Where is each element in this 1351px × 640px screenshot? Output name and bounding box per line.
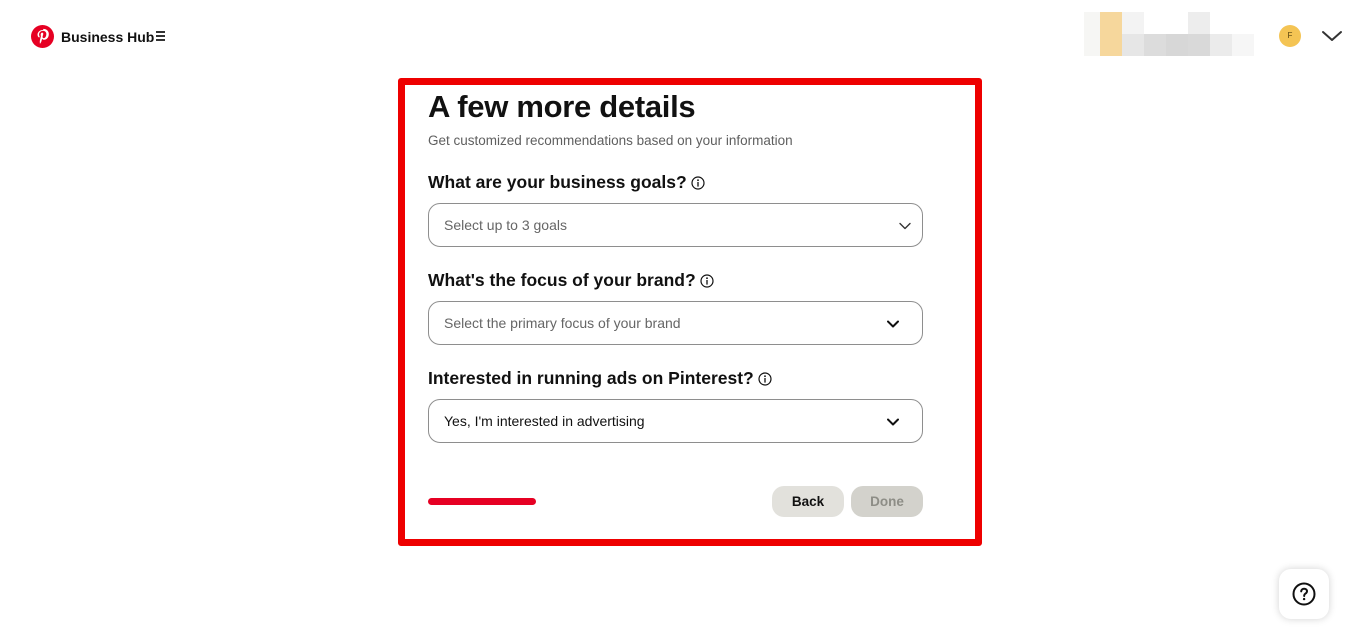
business-goals-placeholder: Select up to 3 goals (444, 217, 567, 233)
business-goals-select[interactable]: Select up to 3 goals (428, 203, 923, 247)
progress-bar (428, 498, 536, 505)
info-icon[interactable] (700, 273, 714, 288)
chevron-down-icon (887, 320, 899, 328)
info-icon[interactable] (758, 371, 772, 386)
info-icon[interactable] (691, 175, 705, 190)
chevron-down-icon[interactable] (1321, 29, 1343, 43)
ads-interest-label: Interested in running ads on Pinterest? (428, 368, 772, 389)
page-title: A few more details (428, 89, 696, 124)
brand-focus-select[interactable]: Select the primary focus of your brand (428, 301, 923, 345)
avatar[interactable]: F (1279, 25, 1301, 47)
brand-focus-placeholder: Select the primary focus of your brand (444, 315, 681, 331)
hamburger-icon[interactable] (156, 31, 166, 41)
ads-interest-select[interactable]: Yes, I'm interested in advertising (428, 399, 923, 443)
done-button[interactable]: Done (851, 486, 923, 517)
ads-interest-label-text: Interested in running ads on Pinterest? (428, 368, 754, 388)
brand-title[interactable]: Business Hub (61, 29, 154, 45)
page-subtitle: Get customized recommendations based on … (428, 133, 793, 148)
account-info-redacted (1084, 12, 1270, 56)
business-goals-label-text: What are your business goals? (428, 172, 687, 192)
back-button[interactable]: Back (772, 486, 844, 517)
help-button[interactable] (1279, 569, 1329, 619)
business-goals-label: What are your business goals? (428, 172, 705, 193)
top-navigation-bar: Business Hub F (0, 0, 1351, 72)
brand-focus-label-text: What's the focus of your brand? (428, 270, 696, 290)
ads-interest-value: Yes, I'm interested in advertising (444, 413, 645, 429)
help-icon (1292, 582, 1316, 606)
chevron-down-icon (899, 222, 911, 230)
details-card: A few more details Get customized recomm… (405, 85, 975, 539)
brand-focus-label: What's the focus of your brand? (428, 270, 714, 291)
chevron-down-icon (887, 418, 899, 426)
pinterest-logo-icon[interactable] (31, 25, 54, 48)
